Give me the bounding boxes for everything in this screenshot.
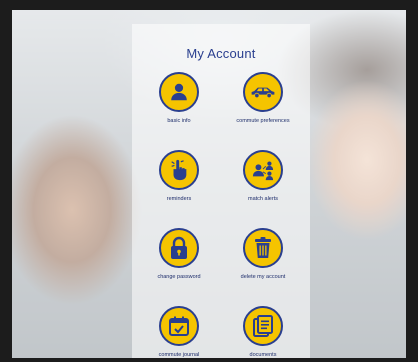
menu-item-label: change password xyxy=(157,274,201,280)
menu-item-commute-preferences[interactable]: commute preferences xyxy=(220,72,306,124)
menu-item-match-alerts[interactable]: match alerts xyxy=(220,150,306,202)
menu-item-change-password[interactable]: change password xyxy=(136,228,222,280)
menu-item-documents[interactable]: documents xyxy=(220,306,306,358)
menu-item-label: commute journal xyxy=(158,352,200,358)
menu-item-label: reminders xyxy=(166,196,192,202)
menu-item-commute-journal[interactable]: commute journal xyxy=(136,306,222,358)
car-icon[interactable] xyxy=(243,72,283,112)
padlock-icon[interactable] xyxy=(159,228,199,268)
page-title: My Account xyxy=(186,46,256,61)
app-frame: My Account basic info commute preference… xyxy=(0,0,418,362)
menu-item-label: delete my account xyxy=(240,274,286,280)
account-menu-panel: My Account basic info commute preference… xyxy=(132,24,310,358)
menu-item-basic-info[interactable]: basic info xyxy=(136,72,222,124)
people-network-icon[interactable] xyxy=(243,150,283,190)
calendar-check-icon[interactable] xyxy=(159,306,199,346)
menu-item-label: documents xyxy=(249,352,277,358)
documents-icon[interactable] xyxy=(243,306,283,346)
menu-item-label: basic info xyxy=(167,118,191,124)
user-icon[interactable] xyxy=(159,72,199,112)
menu-item-label: commute preferences xyxy=(236,118,290,124)
pointing-hand-icon[interactable] xyxy=(159,150,199,190)
menu-item-delete-my-account[interactable]: delete my account xyxy=(220,228,306,280)
menu-item-label: match alerts xyxy=(248,196,278,202)
menu-item-reminders[interactable]: reminders xyxy=(136,150,222,202)
trash-icon[interactable] xyxy=(243,228,283,268)
